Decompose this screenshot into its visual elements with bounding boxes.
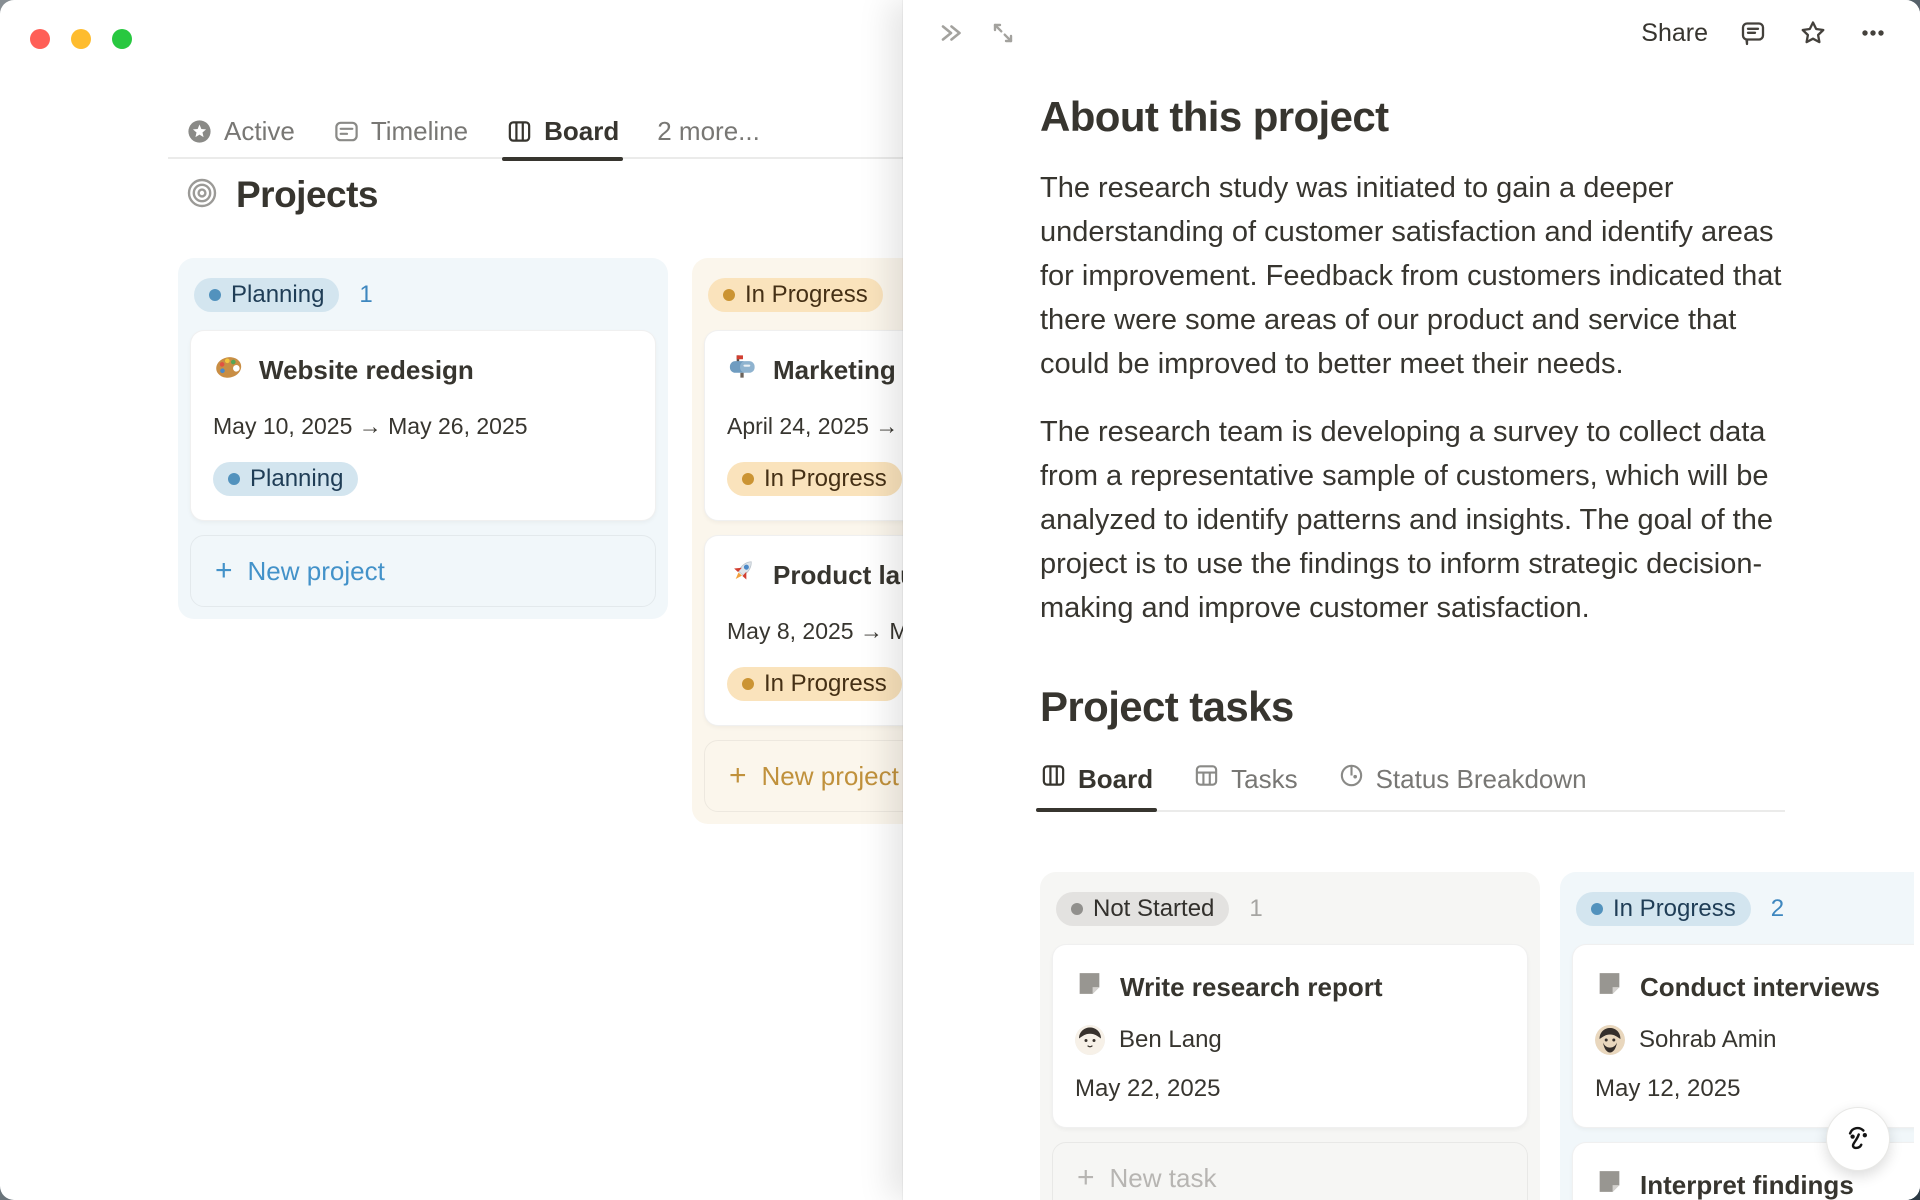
- window-minimize-button[interactable]: [71, 29, 91, 49]
- plus-icon: +: [1077, 1161, 1095, 1194]
- project-card-website-redesign[interactable]: Website redesign May 10, 2025 → May 26, …: [190, 330, 656, 521]
- plus-icon: +: [729, 759, 747, 792]
- mailbox-icon: [727, 351, 758, 389]
- column-header[interactable]: Planning 1: [190, 270, 656, 316]
- card-assignee: Sohrab Amin: [1639, 1026, 1777, 1053]
- note-icon: [1595, 969, 1624, 1005]
- board-columns-icon: [506, 118, 533, 145]
- status-dot: [723, 289, 735, 301]
- app-window: Active Timeline Board 2 more... Projects: [0, 0, 1920, 1200]
- card-status-pill: Planning: [213, 462, 359, 496]
- card-date: May 12, 2025: [1595, 1075, 1741, 1102]
- column-count: 1: [1249, 895, 1263, 922]
- status-dot: [742, 678, 754, 690]
- tab-board[interactable]: Board: [502, 115, 624, 161]
- column-count: 1: [359, 281, 373, 308]
- window-close-button[interactable]: [30, 29, 50, 49]
- status-dot: [1071, 903, 1083, 915]
- note-icon: [1075, 969, 1104, 1005]
- window-zoom-button[interactable]: [112, 29, 132, 49]
- tab-label: Active: [224, 115, 295, 146]
- tab-label: 2 more...: [657, 115, 760, 146]
- column-not-started: Not Started 1 Write research report Ben …: [1040, 872, 1540, 1200]
- tab-tasks-board[interactable]: Board: [1035, 762, 1158, 812]
- card-title: Write research report: [1120, 971, 1383, 1002]
- page-title: Projects: [236, 174, 379, 215]
- comment-icon[interactable]: [1738, 18, 1768, 48]
- ai-assistant-button[interactable]: [1826, 1107, 1890, 1171]
- timeline-icon: [333, 118, 360, 145]
- project-tasks-heading: Project tasks: [1040, 683, 1294, 730]
- column-header[interactable]: In Progress 2: [1572, 884, 1914, 930]
- card-title: Marketing c: [773, 354, 918, 385]
- card-title: Conduct interviews: [1640, 971, 1880, 1002]
- status-dot: [742, 473, 754, 485]
- tab-label: Timeline: [370, 115, 469, 146]
- tab-timeline[interactable]: Timeline: [333, 116, 468, 147]
- side-peek-panel: Share About this project The research st…: [903, 0, 1920, 1200]
- about-paragraph-2: The research team is developing a survey…: [1040, 416, 1774, 624]
- status-dot: [228, 473, 240, 485]
- status-dot: [209, 289, 221, 301]
- card-status-pill: In Progress: [727, 462, 902, 496]
- peek-toolbar: Share: [903, 0, 1920, 66]
- card-title: Interpret findings: [1640, 1169, 1854, 1200]
- star-icon[interactable]: [1798, 18, 1828, 48]
- column-planning: Planning 1 Website redesign May 10, 2025…: [178, 258, 668, 619]
- palette-icon: [213, 351, 244, 389]
- note-icon: [1595, 1167, 1624, 1200]
- expand-diagonal-icon[interactable]: [989, 19, 1017, 47]
- double-chevron-right-icon[interactable]: [937, 19, 965, 47]
- share-button[interactable]: Share: [1641, 19, 1708, 48]
- table-icon: [1193, 762, 1220, 796]
- card-date: May 22, 2025: [1075, 1075, 1221, 1102]
- tab-label: Board: [544, 115, 620, 146]
- new-task-button[interactable]: + New task: [1052, 1142, 1528, 1200]
- database-view-tabs: Active Timeline Board 2 more...: [186, 104, 760, 161]
- target-icon: [186, 177, 218, 214]
- task-card-write-research-report[interactable]: Write research report Ben Lang May 22, 2…: [1052, 944, 1528, 1128]
- tasks-view-tabs: Board Tasks Status Breakdown: [1035, 762, 1785, 812]
- column-count: 2: [1770, 895, 1785, 922]
- rocket-icon: [727, 556, 758, 594]
- status-pill-in-progress: In Progress: [1576, 892, 1751, 926]
- status-dot: [1591, 903, 1603, 915]
- new-project-button-planning[interactable]: + New project: [190, 535, 656, 607]
- peek-content: About this project The research study wa…: [1035, 66, 1785, 812]
- ellipsis-icon[interactable]: [1858, 18, 1888, 48]
- notion-ai-face-icon: [1835, 1114, 1881, 1165]
- status-pie-icon: [1338, 762, 1365, 796]
- column-header[interactable]: Not Started 1: [1052, 884, 1528, 930]
- about-paragraph-1: The research study was initiated to gain…: [1040, 172, 1782, 380]
- avatar-ben-lang: [1075, 1025, 1105, 1055]
- tab-more-views[interactable]: 2 more...: [657, 116, 760, 147]
- page-title-row: Projects: [186, 174, 379, 216]
- card-date-range: May 10, 2025 → May 26, 2025: [213, 413, 528, 439]
- tab-active[interactable]: Active: [186, 116, 295, 147]
- tab-status-breakdown[interactable]: Status Breakdown: [1338, 762, 1587, 796]
- status-pill-not-started: Not Started: [1056, 892, 1230, 926]
- task-card-conduct-interviews[interactable]: Conduct interviews Sohrab Amin May 12, 2…: [1572, 944, 1914, 1128]
- card-assignee: Ben Lang: [1119, 1026, 1222, 1053]
- card-title: Website redesign: [259, 354, 474, 385]
- status-pill-planning: Planning: [194, 278, 340, 312]
- card-status-pill: In Progress: [727, 667, 902, 701]
- avatar-sohrab-amin: [1595, 1025, 1625, 1055]
- plus-icon: +: [215, 554, 233, 587]
- tasks-board: Not Started 1 Write research report Ben …: [1040, 872, 1914, 1200]
- about-heading: About this project: [1040, 93, 1389, 140]
- board-columns-icon: [1040, 762, 1067, 796]
- tab-tasks-table[interactable]: Tasks: [1193, 762, 1298, 796]
- star-circle-icon: [186, 118, 213, 145]
- status-pill-in-progress: In Progress: [708, 278, 883, 312]
